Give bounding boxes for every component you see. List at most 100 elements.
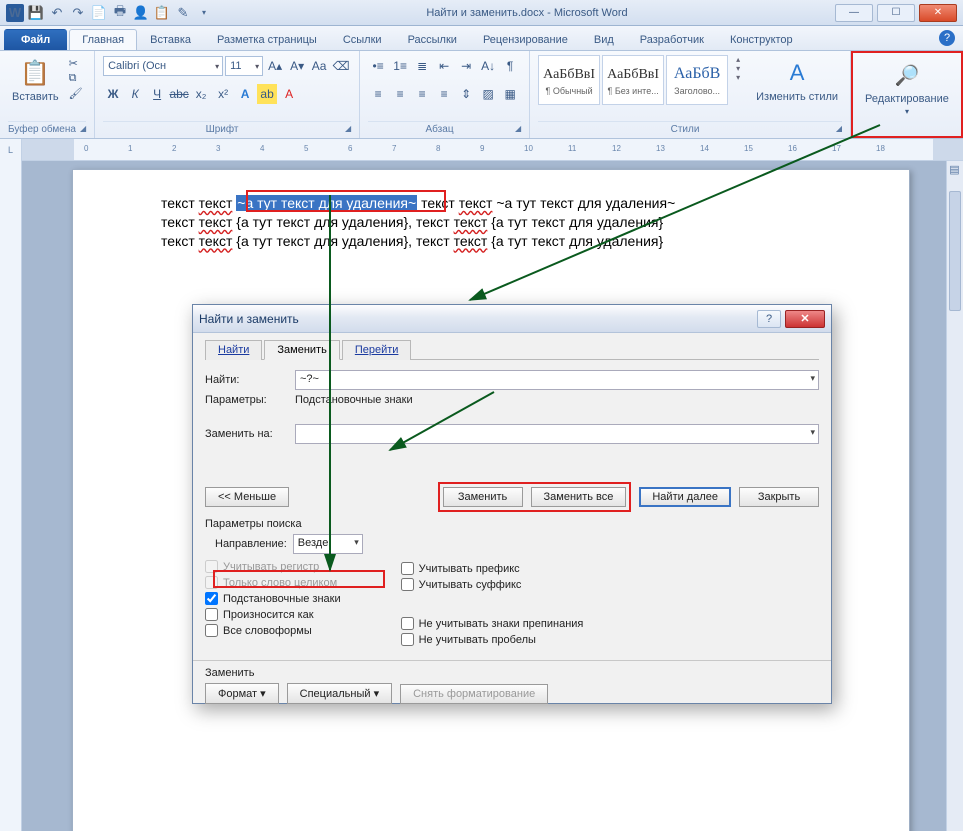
dialog-launcher-icon[interactable]: ◢ [80, 124, 86, 133]
undo-icon[interactable]: ↶ [48, 4, 66, 22]
multilevel-icon[interactable]: ≣ [412, 56, 432, 76]
copy-icon[interactable]: ⧉ [69, 72, 83, 85]
tab-insert[interactable]: Вставка [137, 29, 204, 50]
dedent-icon[interactable]: ⇤ [434, 56, 454, 76]
tab-mailings[interactable]: Рассылки [395, 29, 470, 50]
tab-view[interactable]: Вид [581, 29, 627, 50]
shading-icon[interactable]: ▨ [478, 84, 498, 104]
grow-font-icon[interactable]: A▴ [265, 56, 285, 76]
qat-icon[interactable]: 📄 [90, 4, 108, 22]
page-content[interactable]: текст текст ~а тут текст для удаления~ т… [73, 170, 909, 275]
highlight-icon[interactable]: ab [257, 84, 277, 104]
align-right-icon[interactable]: ≡ [412, 84, 432, 104]
save-icon[interactable]: 💾 [27, 4, 45, 22]
less-button[interactable]: << Меньше [205, 487, 289, 507]
tab-pagelayout[interactable]: Разметка страницы [204, 29, 330, 50]
checkbox-option[interactable]: Учитывать суффикс [401, 578, 584, 591]
subscript-icon[interactable]: x₂ [191, 84, 211, 104]
minimize-button[interactable]: — [835, 4, 873, 22]
style-nospacing[interactable]: АаБбВвІ¶ Без инте... [602, 55, 664, 105]
qat-icon[interactable]: ✎ [174, 4, 192, 22]
underline-icon[interactable]: Ч [147, 84, 167, 104]
styles-gallery[interactable]: АаБбВвІ¶ Обычный АаБбВвІ¶ Без инте... Аа… [538, 55, 728, 105]
ruler-toggle-icon[interactable]: ▤ [947, 163, 962, 178]
shrink-font-icon[interactable]: A▾ [287, 56, 307, 76]
find-next-button[interactable]: Найти далее [639, 487, 731, 507]
font-family-combo[interactable]: Calibri (Осн [103, 56, 223, 76]
borders-icon[interactable]: ▦ [500, 84, 520, 104]
checkbox-option[interactable]: Учитывать префикс [401, 562, 584, 575]
gallery-down-icon[interactable]: ▾ [736, 64, 740, 73]
vertical-ruler[interactable] [0, 161, 22, 831]
horizontal-ruler[interactable]: 0123456789101112131415161718 [22, 139, 963, 161]
checkbox[interactable] [205, 592, 218, 605]
format-painter-icon[interactable]: 🖌 [69, 87, 83, 100]
show-marks-icon[interactable]: ¶ [500, 56, 520, 76]
sort-icon[interactable]: A↓ [478, 56, 498, 76]
dialog-launcher-icon[interactable]: ◢ [345, 124, 351, 133]
clear-formatting-button[interactable]: Снять форматирование [400, 684, 548, 704]
tab-find[interactable]: Найти [205, 340, 262, 360]
dialog-titlebar[interactable]: Найти и заменить ? ✕ [193, 305, 831, 333]
text-effects-icon[interactable]: A [235, 84, 255, 104]
scrollbar-thumb[interactable] [949, 191, 961, 311]
line-spacing-icon[interactable]: ⇕ [456, 84, 476, 104]
dialog-launcher-icon[interactable]: ◢ [836, 124, 842, 133]
indent-icon[interactable]: ⇥ [456, 56, 476, 76]
justify-icon[interactable]: ≡ [434, 84, 454, 104]
help-icon[interactable]: ? [939, 30, 955, 46]
style-normal[interactable]: АаБбВвІ¶ Обычный [538, 55, 600, 105]
tab-review[interactable]: Рецензирование [470, 29, 581, 50]
qat-dropdown-icon[interactable]: ▾ [195, 4, 213, 22]
align-left-icon[interactable]: ≡ [368, 84, 388, 104]
superscript-icon[interactable]: x² [213, 84, 233, 104]
tab-designer[interactable]: Конструктор [717, 29, 806, 50]
checkbox-option[interactable]: Не учитывать знаки препинания [401, 617, 584, 630]
gallery-up-icon[interactable]: ▴ [736, 55, 740, 64]
redo-icon[interactable]: ↷ [69, 4, 87, 22]
checkbox[interactable] [205, 608, 218, 621]
checkbox[interactable] [401, 578, 414, 591]
align-center-icon[interactable]: ≡ [390, 84, 410, 104]
close-dialog-button[interactable]: Закрыть [739, 487, 819, 507]
cut-icon[interactable]: ✂ [69, 57, 83, 70]
tab-home[interactable]: Главная [69, 29, 137, 50]
tab-replace[interactable]: Заменить [264, 340, 339, 360]
replace-all-button[interactable]: Заменить все [531, 487, 627, 507]
qat-icon[interactable]: 📋 [153, 4, 171, 22]
close-button[interactable]: ✕ [919, 4, 957, 22]
qat-icon[interactable]: 👤 [132, 4, 150, 22]
numbering-icon[interactable]: 1≡ [390, 56, 410, 76]
strike-icon[interactable]: abc [169, 84, 189, 104]
checkbox[interactable] [401, 617, 414, 630]
style-heading[interactable]: АаБбВЗаголово... [666, 55, 728, 105]
replace-input[interactable] [295, 424, 819, 444]
qat-icon[interactable]: 🖶 [111, 4, 129, 22]
tab-references[interactable]: Ссылки [330, 29, 395, 50]
font-color-icon[interactable]: A [279, 84, 299, 104]
checkbox-option[interactable]: Подстановочные знаки [205, 592, 341, 605]
bold-icon[interactable]: Ж [103, 84, 123, 104]
font-size-combo[interactable]: 11 [225, 56, 263, 76]
change-styles-button[interactable]: A Изменить стили [752, 55, 842, 105]
tab-file[interactable]: Файл [4, 29, 67, 50]
checkbox[interactable] [205, 624, 218, 637]
tab-goto[interactable]: Перейти [342, 340, 412, 360]
checkbox[interactable] [401, 633, 414, 646]
vertical-scrollbar[interactable]: ▤ [946, 161, 963, 831]
dialog-launcher-icon[interactable]: ◢ [515, 124, 521, 133]
italic-icon[interactable]: К [125, 84, 145, 104]
maximize-button[interactable]: ☐ [877, 4, 915, 22]
tab-developer[interactable]: Разработчик [627, 29, 717, 50]
checkbox[interactable] [401, 562, 414, 575]
replace-button[interactable]: Заменить [443, 487, 523, 507]
special-button[interactable]: Специальный ▾ [287, 683, 392, 704]
editing-button[interactable]: 🔎 Редактирование ▾ [861, 57, 953, 118]
dialog-close-button[interactable]: ✕ [785, 310, 825, 328]
direction-combo[interactable]: Везде [293, 534, 363, 554]
clear-format-icon[interactable]: ⌫ [331, 56, 351, 76]
checkbox-option[interactable]: Все словоформы [205, 624, 341, 637]
change-case-icon[interactable]: Aa [309, 56, 329, 76]
checkbox-option[interactable]: Произносится как [205, 608, 341, 621]
dialog-help-button[interactable]: ? [757, 310, 781, 328]
